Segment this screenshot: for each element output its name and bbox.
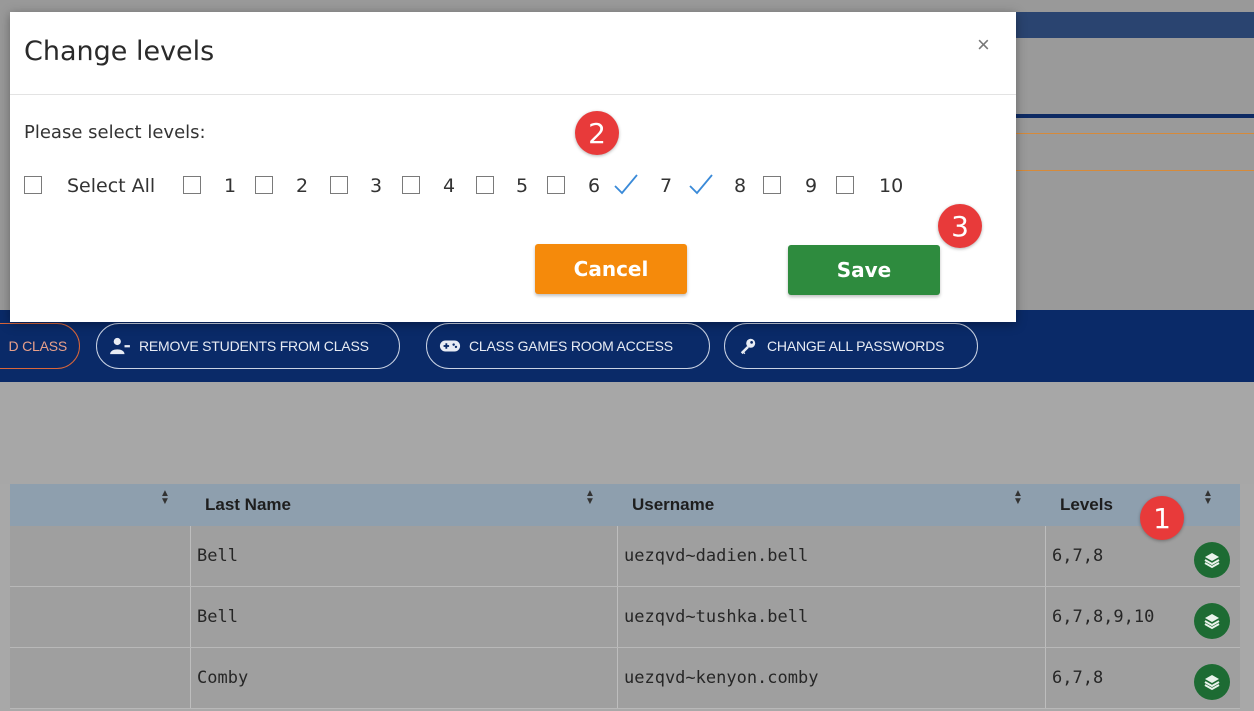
cancel-button[interactable]: Cancel — [535, 244, 687, 294]
add-class-label: D CLASS — [8, 338, 67, 354]
level-4-checkbox[interactable] — [402, 176, 420, 194]
level-7-checkbox[interactable] — [613, 172, 639, 196]
dialog-title: Change levels — [24, 36, 215, 67]
gamepad-icon — [439, 340, 461, 352]
sort-icon[interactable]: ▲ ▼ — [160, 489, 170, 507]
table-row: Comby uezqvd~kenyon.comby 6,7,8 — [10, 648, 1240, 709]
remove-students-label: REMOVE STUDENTS FROM CLASS — [139, 338, 369, 354]
layers-icon — [1204, 553, 1220, 569]
column-header-last-name[interactable]: Last Name — [191, 484, 611, 526]
remove-students-button[interactable]: REMOVE STUDENTS FROM CLASS — [96, 323, 400, 369]
level-2-label: 2 — [296, 175, 309, 197]
column-header-levels[interactable]: Levels — [1046, 484, 1226, 526]
remove-user-icon — [110, 337, 130, 355]
dialog-header: Change levels × — [10, 12, 1016, 95]
levels-header-label: Levels — [1060, 495, 1113, 514]
close-icon[interactable]: × — [977, 32, 990, 58]
level-1-label: 1 — [224, 175, 237, 197]
background-divider — [1016, 114, 1254, 118]
layers-icon — [1204, 675, 1220, 691]
level-7-label: 7 — [660, 175, 673, 197]
last-name-cell: Bell — [197, 546, 238, 566]
background-spacer — [0, 382, 1254, 484]
level-8-label: 8 — [734, 175, 747, 197]
change-passwords-label: CHANGE ALL PASSWORDS — [767, 338, 945, 354]
level-6-checkbox[interactable] — [547, 176, 565, 194]
table-header: ▲ ▼ Last Name ▲ ▼ Username ▲ ▼ Levels ▲ ▼ — [10, 484, 1240, 526]
username-cell: uezqvd~tushka.bell — [624, 607, 809, 627]
level-1-checkbox[interactable] — [183, 176, 201, 194]
username-cell: uezqvd~dadien.bell — [624, 546, 809, 566]
change-passwords-button[interactable]: CHANGE ALL PASSWORDS — [724, 323, 978, 369]
change-levels-button[interactable] — [1194, 664, 1230, 700]
username-cell: uezqvd~kenyon.comby — [624, 668, 819, 688]
key-icon — [740, 338, 756, 355]
change-levels-button[interactable] — [1194, 603, 1230, 639]
layers-icon — [1204, 614, 1220, 630]
level-3-checkbox[interactable] — [330, 176, 348, 194]
add-class-button[interactable]: D CLASS — [0, 323, 80, 369]
change-levels-button[interactable] — [1194, 542, 1230, 578]
background-header-strip — [1016, 12, 1254, 38]
sort-icon[interactable]: ▲ ▼ — [1013, 489, 1023, 507]
save-button[interactable]: Save — [788, 245, 940, 295]
last-name-cell: Bell — [197, 607, 238, 627]
sort-icon[interactable]: ▲ ▼ — [1203, 489, 1213, 507]
levels-prompt: Please select levels: — [24, 122, 206, 143]
levels-cell: 6,7,8,9,10 — [1052, 607, 1155, 627]
select-all-checkbox[interactable] — [24, 176, 42, 194]
change-levels-dialog: Change levels × Please select levels: Se… — [10, 12, 1016, 322]
games-room-access-label: CLASS GAMES ROOM ACCESS — [469, 338, 673, 354]
games-room-access-button[interactable]: CLASS GAMES ROOM ACCESS — [426, 323, 710, 369]
step-marker-2: 2 — [575, 111, 619, 155]
background-divider — [1016, 133, 1254, 134]
table-row: Bell uezqvd~tushka.bell 6,7,8,9,10 — [10, 587, 1240, 648]
level-4-label: 4 — [443, 175, 456, 197]
step-marker-3: 3 — [938, 204, 982, 248]
sort-icon[interactable]: ▲ ▼ — [585, 489, 595, 507]
levels-cell: 6,7,8 — [1052, 668, 1104, 688]
username-header-label: Username — [632, 495, 715, 514]
last-name-header-label: Last Name — [205, 495, 291, 514]
level-9-label: 9 — [805, 175, 818, 197]
step-marker-1: 1 — [1140, 496, 1184, 540]
level-5-label: 5 — [516, 175, 529, 197]
table-row: Bell uezqvd~dadien.bell 6,7,8 — [10, 526, 1240, 587]
level-9-checkbox[interactable] — [763, 176, 781, 194]
level-2-checkbox[interactable] — [255, 176, 273, 194]
select-all-label: Select All — [67, 175, 156, 197]
background-panel — [1000, 12, 1254, 310]
level-3-label: 3 — [370, 175, 383, 197]
level-10-checkbox[interactable] — [836, 176, 854, 194]
background-divider — [1016, 170, 1254, 171]
last-name-cell: Comby — [197, 668, 249, 688]
level-6-label: 6 — [588, 175, 601, 197]
level-10-label: 10 — [879, 175, 904, 197]
column-header-username[interactable]: Username — [618, 484, 1048, 526]
level-5-checkbox[interactable] — [476, 176, 494, 194]
levels-cell: 6,7,8 — [1052, 546, 1104, 566]
level-8-checkbox[interactable] — [688, 172, 714, 196]
